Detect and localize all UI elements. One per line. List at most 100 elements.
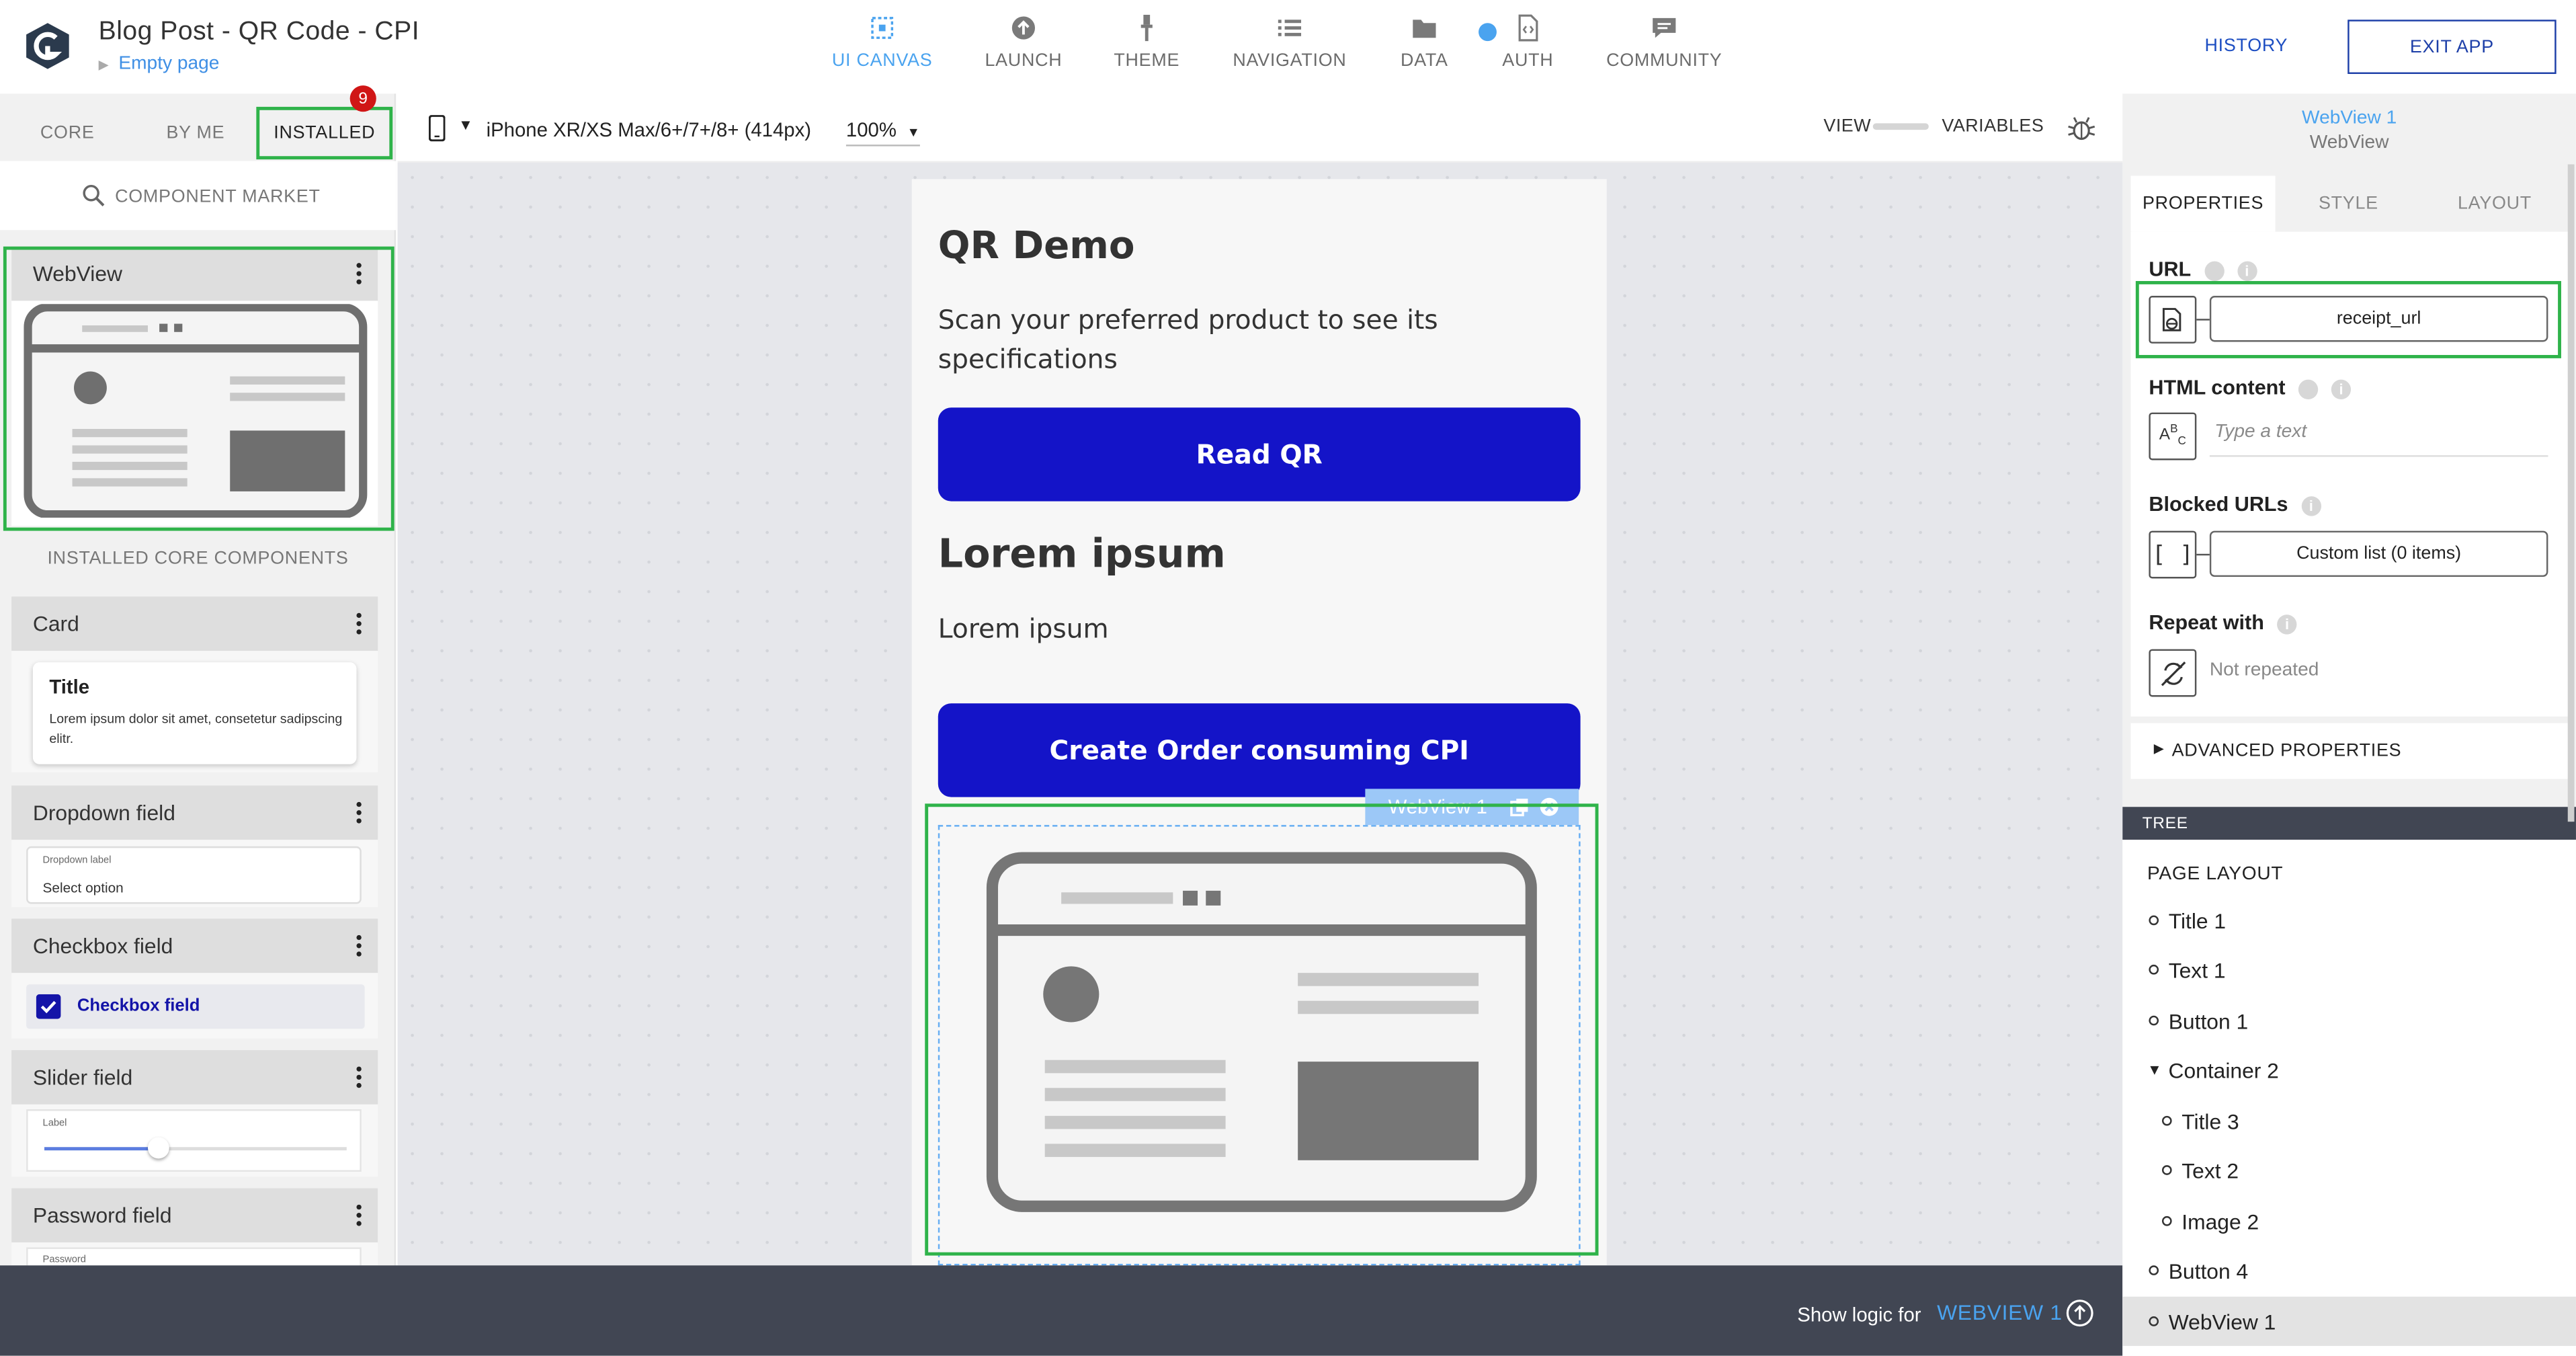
nav-navigation[interactable]: NAVIGATION [1229, 13, 1350, 83]
logic-bar-target[interactable]: WEBVIEW 1 [1937, 1300, 2063, 1325]
repeat-value[interactable]: Not repeated [2210, 661, 2319, 680]
tree-item-selected[interactable]: WebView 1 [2122, 1296, 2576, 1347]
view-variables-toggle[interactable] [1872, 123, 1929, 130]
component-checkbox-field[interactable]: Checkbox field Checkbox field [11, 918, 378, 1039]
slider-thumb [148, 1137, 170, 1159]
component-dropdown-field[interactable]: Dropdown field Dropdown label Select opt… [11, 785, 378, 908]
component-slider-field[interactable]: Slider field Label [11, 1050, 378, 1177]
tree-item[interactable]: Title 1 [2122, 895, 2576, 945]
app-logo-icon [26, 23, 69, 69]
slider-preview-label: Label [42, 1119, 67, 1129]
page-selector[interactable]: ▶ Empty page [99, 54, 220, 74]
tree-item[interactable]: Button 4 [2122, 1246, 2576, 1295]
bug-icon[interactable] [2067, 115, 2096, 141]
more-options-icon[interactable] [356, 612, 363, 635]
tab-properties[interactable]: PROPERTIES [2130, 175, 2276, 232]
page-name: Empty page [118, 54, 220, 75]
tree-item[interactable]: Text 2 [2122, 1146, 2576, 1195]
highlight-outline [2135, 281, 2561, 358]
navigation-icon [1278, 19, 1302, 36]
nav-auth[interactable]: AUTH [1498, 13, 1557, 83]
tree-item[interactable]: Image 2 [2122, 1197, 2576, 1246]
info-icon[interactable]: i [2331, 378, 2352, 399]
more-options-icon[interactable] [356, 1066, 363, 1088]
bind-arrow-icon[interactable] [2298, 378, 2319, 399]
component-header: Slider field [11, 1050, 378, 1105]
history-link[interactable]: HISTORY [2205, 36, 2288, 56]
input-underline [2209, 455, 2548, 457]
card-preview-text: Lorem ipsum dolor sit amet, consetetur s… [49, 711, 343, 746]
component-header: Checkbox field [11, 918, 378, 973]
app-title: Blog Post - QR Code - CPI [98, 17, 420, 46]
canvas-title-1[interactable]: QR Demo [938, 225, 1135, 268]
view-label: VIEW [1823, 116, 1872, 136]
caret-down-icon[interactable]: ▼ [2147, 1062, 2162, 1078]
dropdown-preview: Dropdown label Select option [26, 846, 362, 904]
checkbox-preview: Checkbox field [26, 984, 365, 1029]
selected-component-name[interactable]: WebView 1 [2122, 108, 2576, 128]
caret-right-icon: ▶ [2153, 741, 2164, 756]
tree-root-label: PAGE LAYOUT [2147, 864, 2284, 885]
nav-community[interactable]: COMMUNITY [1604, 13, 1725, 83]
nav-label: AUTH [1502, 50, 1554, 71]
nav-ui-canvas[interactable]: UI CANVAS [828, 13, 936, 83]
bind-arrow-icon[interactable] [2204, 260, 2225, 281]
zoom-selector[interactable]: 100% ▼ [845, 118, 920, 147]
repeat-with-label: Repeat with i [2149, 611, 2297, 635]
slider-fill [44, 1147, 159, 1151]
canvas-text-1[interactable]: Scan your preferred product to see its s… [938, 301, 1563, 379]
search-icon [83, 185, 105, 206]
repeat-icon-box[interactable] [2149, 649, 2197, 697]
canvas-create-order-button[interactable]: Create Order consuming CPI [938, 703, 1581, 797]
url-property-label: URL i [2149, 258, 2257, 281]
info-icon[interactable]: i [2237, 260, 2257, 281]
tab-installed[interactable]: INSTALLED [256, 106, 393, 160]
exit-app-button[interactable]: EXIT APP [2348, 19, 2557, 75]
password-preview: Password [26, 1247, 362, 1266]
canvas-title-3[interactable]: Lorem ipsum [938, 531, 1226, 577]
tab-layout[interactable]: LAYOUT [2421, 176, 2568, 232]
zoom-value: 100% [845, 118, 897, 142]
canvas-read-qr-button[interactable]: Read QR [938, 407, 1581, 502]
component-market-button[interactable]: COMPONENT MARKET [0, 161, 397, 231]
tab-by-me[interactable]: BY ME [134, 107, 256, 159]
nav-theme[interactable]: THEME [1110, 13, 1183, 83]
tree-item-label: Button 1 [2168, 1008, 2249, 1033]
tab-style[interactable]: STYLE [2276, 176, 2422, 232]
nav-data[interactable]: DATA [1393, 13, 1456, 83]
html-content-input[interactable]: Type a text [2214, 422, 2307, 442]
password-preview-label: Password [42, 1255, 86, 1266]
text-type-icon-box[interactable]: ABC [2149, 412, 2197, 461]
url-label-text: URL [2149, 257, 2192, 282]
toggle-knob[interactable] [1479, 23, 1497, 42]
more-options-icon[interactable] [356, 1204, 363, 1226]
component-password-field[interactable]: Password field Password [11, 1188, 378, 1266]
info-icon[interactable]: i [2301, 495, 2321, 516]
tree-item[interactable]: Title 3 [2122, 1096, 2576, 1145]
phone-icon [429, 115, 446, 142]
device-dropdown-caret-icon[interactable]: ▼ [458, 117, 473, 133]
device-selector[interactable]: iPhone XR/XS Max/6+/7+/8+ (414px) [487, 118, 812, 141]
scrollbar[interactable] [2567, 164, 2575, 822]
tab-core[interactable]: CORE [0, 107, 134, 159]
caret-right-icon: ▶ [98, 57, 109, 73]
tree-item-label: Container 2 [2168, 1058, 2279, 1082]
blocked-urls-value-field[interactable]: Custom list (0 items) [2209, 530, 2548, 577]
list-type-icon-box[interactable]: [ ] [2149, 530, 2197, 579]
component-card[interactable]: Card Title Lorem ipsum dolor sit amet, c… [11, 596, 378, 772]
advanced-properties-label: ADVANCED PROPERTIES [2171, 741, 2402, 761]
tree-item-label: Text 1 [2168, 957, 2226, 982]
canvas-text-2[interactable]: Lorem ipsum [938, 613, 1109, 644]
nav-launch[interactable]: LAUNCH [979, 13, 1068, 83]
more-options-icon[interactable] [356, 801, 363, 824]
auth-file-icon [1518, 14, 1538, 42]
tree-item[interactable]: Text 1 [2122, 945, 2576, 994]
blocked-urls-label: Blocked URLs i [2149, 493, 2321, 516]
tree-item[interactable]: Button 1 [2122, 996, 2576, 1045]
tree-item[interactable]: ▼ Container 2 [2122, 1045, 2576, 1094]
nav-label: UI CANVAS [831, 50, 933, 71]
info-icon[interactable]: i [2277, 614, 2297, 634]
component-name: Dropdown field [32, 800, 175, 826]
more-options-icon[interactable] [356, 934, 363, 957]
expand-up-icon[interactable] [2065, 1298, 2095, 1328]
